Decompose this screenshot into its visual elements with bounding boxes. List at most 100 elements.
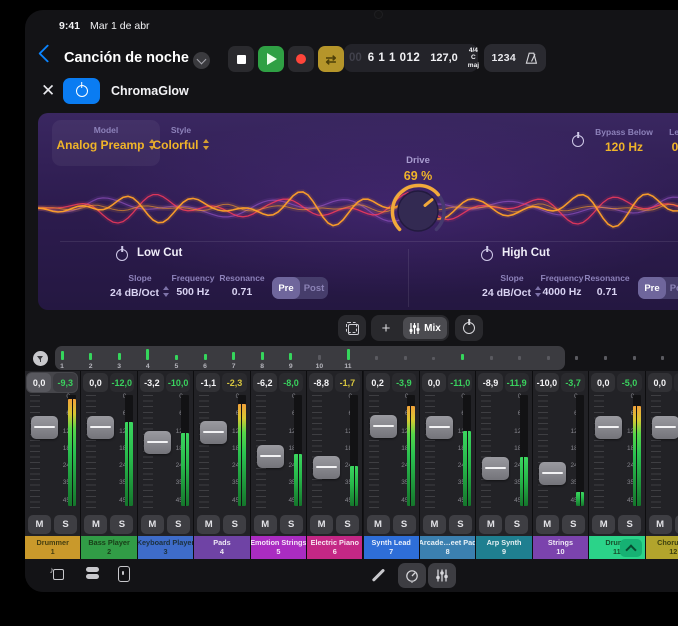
edit-pencil-button[interactable] — [377, 567, 380, 583]
solo-button[interactable]: S — [449, 515, 472, 534]
lowcut-resonance[interactable]: Resonance 0.71 — [216, 273, 268, 298]
drive-knob[interactable] — [386, 179, 450, 243]
tracks-filter-icon[interactable] — [33, 351, 48, 366]
track-tab-12[interactable]: Chorus V12 — [646, 536, 678, 559]
record-button[interactable] — [288, 46, 314, 72]
fader-value[interactable]: 0,2 — [366, 373, 390, 392]
fader-value[interactable]: 0,0 — [27, 373, 51, 392]
solo-button[interactable]: S — [54, 515, 77, 534]
mute-button[interactable]: M — [84, 515, 107, 534]
pre-button[interactable]: Pre — [638, 277, 666, 299]
track-tab-7[interactable]: Synth Lead7 — [364, 536, 419, 559]
back-chevron-icon[interactable] — [38, 44, 56, 62]
fader-value[interactable]: -8,9 — [478, 373, 502, 392]
track-tab-9[interactable]: Arp Synth9 — [476, 536, 531, 559]
fader-handle[interactable] — [426, 416, 453, 439]
fader-handle[interactable] — [257, 445, 284, 468]
play-button[interactable] — [258, 46, 284, 72]
lowcut-power-icon[interactable] — [116, 249, 128, 264]
duplicate-button[interactable] — [338, 315, 366, 341]
solo-button[interactable]: S — [167, 515, 190, 534]
mixer-power-button[interactable] — [455, 315, 483, 341]
mute-solo-row: M S — [251, 512, 306, 536]
mute-button[interactable]: M — [310, 515, 333, 534]
style-select[interactable]: Style Colorful — [126, 125, 236, 152]
track-tab-6[interactable]: Electric Piano6 — [307, 536, 362, 559]
mute-button[interactable]: M — [28, 515, 51, 534]
close-plugin-icon[interactable]: ✕ — [41, 82, 55, 99]
solo-button[interactable]: S — [223, 515, 246, 534]
fader-value[interactable]: -10,0 — [535, 373, 559, 392]
lowcut-frequency[interactable]: Frequency 500 Hz — [164, 273, 222, 298]
track-tab-8[interactable]: Arcade…eet Pad8 — [420, 536, 475, 559]
track-tab-2[interactable]: Bass Player2 — [81, 536, 136, 559]
fader-handle[interactable] — [595, 416, 622, 439]
keyboard-button[interactable] — [118, 566, 130, 582]
drive-label: Drive — [406, 155, 430, 166]
track-expand-button[interactable] — [620, 539, 642, 557]
fader-handle[interactable] — [144, 431, 171, 454]
mute-button[interactable]: M — [254, 515, 277, 534]
mute-button[interactable]: M — [423, 515, 446, 534]
fader-value[interactable]: -1,1 — [196, 373, 220, 392]
solo-button[interactable]: S — [110, 515, 133, 534]
track-tab-5[interactable]: Emotion Strings5 — [251, 536, 306, 559]
post-button[interactable]: Post — [666, 277, 678, 299]
fader-handle[interactable] — [87, 416, 114, 439]
stop-button[interactable] — [228, 46, 254, 72]
mute-button[interactable]: M — [141, 515, 164, 534]
fader-handle[interactable] — [482, 457, 509, 480]
fader-value[interactable]: 0,0 — [591, 373, 615, 392]
fader-value[interactable]: 0,0 — [422, 373, 446, 392]
solo-button[interactable]: S — [336, 515, 359, 534]
fader-value[interactable]: 0,0 — [648, 373, 672, 392]
add-track-button[interactable]: + — [371, 320, 401, 337]
mixer-overview[interactable]: 1234567891011 — [25, 346, 678, 370]
track-tab-10[interactable]: Strings10 — [533, 536, 588, 559]
fader-handle[interactable] — [652, 416, 678, 439]
mute-button[interactable]: M — [536, 515, 559, 534]
fader-handle[interactable] — [31, 416, 58, 439]
fader-value[interactable]: -6,2 — [253, 373, 277, 392]
cycle-button[interactable]: ⇄ — [318, 46, 344, 72]
track-tab-11[interactable]: Drums11 — [589, 536, 644, 559]
mute-button[interactable]: M — [367, 515, 390, 534]
post-button[interactable]: Post — [300, 277, 328, 299]
fader-handle[interactable] — [313, 456, 340, 479]
fader-value[interactable]: -3,2 — [140, 373, 164, 392]
solo-button[interactable]: S — [675, 515, 678, 534]
count-in-button[interactable]: 1234 — [491, 52, 516, 64]
solo-button[interactable]: S — [393, 515, 416, 534]
fader-handle[interactable] — [200, 421, 227, 444]
highcut-power-icon[interactable] — [481, 249, 493, 264]
lcd-display[interactable]: 00 6 1 1 012 127,0 4/4C maj In OutMIDI — [344, 44, 478, 72]
playhead-position: 6 1 1 012 — [368, 52, 420, 64]
fader-handle[interactable] — [370, 415, 397, 438]
mute-button[interactable]: M — [197, 515, 220, 534]
controls-view-button[interactable] — [398, 563, 426, 588]
bypass-power-icon[interactable] — [572, 135, 584, 150]
highcut-resonance[interactable]: Resonance 0.71 — [581, 273, 633, 298]
track-tab-3[interactable]: Keyboard Player3 — [138, 536, 193, 559]
solo-button[interactable]: S — [562, 515, 585, 534]
mute-button[interactable]: M — [649, 515, 672, 534]
fader-value[interactable]: -8,8 — [309, 373, 333, 392]
metronome-button[interactable] — [524, 52, 539, 65]
fader-handle[interactable] — [539, 462, 566, 485]
level-control[interactable]: Level 0.0 — [650, 127, 678, 154]
solo-button[interactable]: S — [618, 515, 641, 534]
mute-button[interactable]: M — [479, 515, 502, 534]
project-title[interactable]: Canción de noche — [64, 50, 189, 66]
solo-button[interactable]: S — [280, 515, 303, 534]
mute-button[interactable]: M — [592, 515, 615, 534]
plugin-power-button[interactable] — [63, 78, 100, 104]
pre-button[interactable]: Pre — [272, 277, 300, 299]
mixer-view-button[interactable] — [428, 563, 456, 588]
mix-tab[interactable]: Mix — [403, 317, 447, 339]
fader-value[interactable]: 0,0 — [83, 373, 107, 392]
title-dropdown-button[interactable] — [193, 52, 210, 69]
track-tab-1[interactable]: Drummer1 — [25, 536, 80, 559]
solo-button[interactable]: S — [505, 515, 528, 534]
plugins-stack-button[interactable] — [86, 567, 99, 579]
track-tab-4[interactable]: Pads4 — [194, 536, 249, 559]
